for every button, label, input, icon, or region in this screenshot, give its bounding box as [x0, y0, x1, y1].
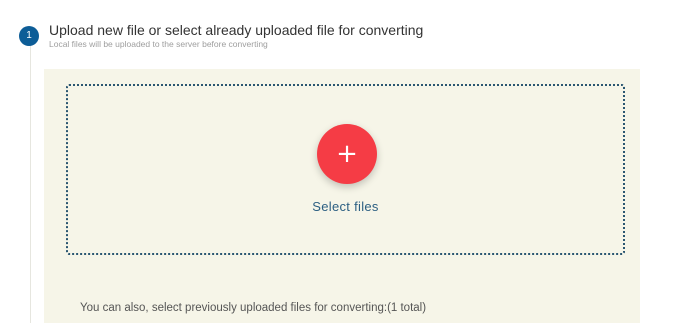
- step-number-badge: 1: [19, 26, 39, 46]
- plus-icon: +: [336, 139, 358, 169]
- step-title: Upload new file or select already upload…: [49, 22, 424, 38]
- step-subtitle: Local files will be uploaded to the serv…: [49, 39, 268, 49]
- file-dropzone[interactable]: + Select files: [66, 84, 625, 255]
- upload-panel: + Select files You can also, select prev…: [44, 69, 640, 323]
- previous-files-text: You can also, select previously uploaded…: [80, 302, 427, 314]
- add-file-button[interactable]: +: [317, 124, 377, 184]
- stepper-line: [30, 44, 31, 323]
- select-files-link[interactable]: Select files: [68, 199, 623, 214]
